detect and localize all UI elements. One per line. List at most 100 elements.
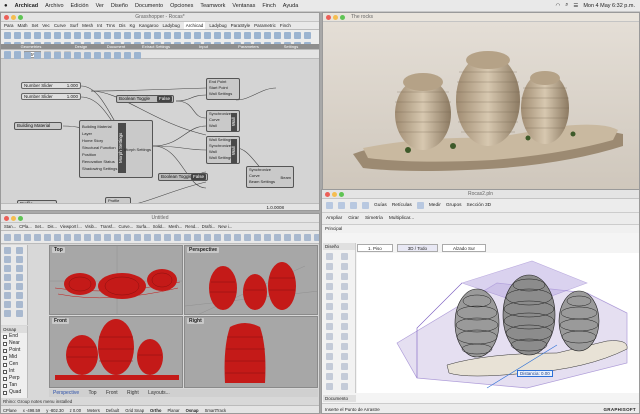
command-icon[interactable] <box>154 234 161 241</box>
tool-icon[interactable] <box>341 303 348 310</box>
rhino-tab[interactable]: Stan... <box>4 223 16 230</box>
tool-icon[interactable] <box>350 202 357 209</box>
component-icon[interactable] <box>294 32 301 39</box>
tool-icon[interactable] <box>16 256 23 263</box>
component-icon[interactable] <box>134 52 141 59</box>
minimize-button[interactable] <box>332 192 337 197</box>
close-button[interactable] <box>325 192 330 197</box>
measure-button[interactable]: Medir <box>429 203 441 208</box>
zoom-button[interactable] <box>339 192 344 197</box>
osnap-near[interactable]: Near <box>1 340 27 347</box>
tool-icon[interactable] <box>326 202 333 209</box>
minimize-button[interactable] <box>333 15 338 20</box>
command-icon[interactable] <box>124 234 131 241</box>
tool-icon[interactable] <box>341 313 348 320</box>
tool-icon[interactable] <box>326 373 333 380</box>
tool-icon[interactable] <box>4 301 11 308</box>
component-icon[interactable] <box>244 32 251 39</box>
rhino-tab[interactable]: Drafti... <box>202 223 216 230</box>
command-icon[interactable] <box>224 234 231 241</box>
component-icon[interactable] <box>254 32 261 39</box>
gh-tab[interactable]: ParaStyle <box>231 22 251 29</box>
status-ortho[interactable]: Ortho <box>150 406 161 413</box>
tool-icon[interactable] <box>341 373 348 380</box>
command-icon[interactable] <box>84 234 91 241</box>
component-icon[interactable] <box>184 32 191 39</box>
close-button[interactable] <box>326 15 331 20</box>
command-icon[interactable] <box>134 234 141 241</box>
rhino-tab[interactable]: Surfa... <box>136 223 150 230</box>
component-icon[interactable] <box>34 32 41 39</box>
guides-button[interactable]: Guías <box>374 203 387 208</box>
number-slider-1[interactable]: Number Slider 1.000 <box>21 82 81 89</box>
tool-icon[interactable] <box>16 292 23 299</box>
command-icon[interactable] <box>314 234 319 241</box>
viewport-label[interactable]: Right <box>187 318 204 324</box>
rhino-tab[interactable]: Viewport l... <box>60 223 82 230</box>
tool-icon[interactable] <box>16 274 23 281</box>
menu-ayuda[interactable]: Ayuda <box>283 3 299 9</box>
checkbox[interactable] <box>3 334 7 339</box>
command-icon[interactable] <box>174 234 181 241</box>
wifi-icon[interactable]: ◠ <box>555 3 560 9</box>
menu-opciones[interactable]: Opciones <box>170 3 193 9</box>
tool-icon[interactable] <box>416 202 424 209</box>
tool-icon[interactable] <box>326 313 333 320</box>
status-units[interactable]: Meters <box>87 406 100 413</box>
rhino-tab[interactable]: Curve... <box>119 223 134 230</box>
tool-icon[interactable] <box>341 293 348 300</box>
zoom-button[interactable] <box>18 216 23 221</box>
tool-icon[interactable] <box>16 265 23 272</box>
tool-icon[interactable] <box>341 283 348 290</box>
command-icon[interactable] <box>114 234 121 241</box>
component-icon[interactable] <box>84 32 91 39</box>
viewport-front[interactable]: Front <box>49 316 183 388</box>
tool-icon[interactable] <box>341 383 348 390</box>
checkbox[interactable] <box>3 362 7 367</box>
command-icon[interactable] <box>214 234 221 241</box>
component-icon[interactable] <box>24 32 31 39</box>
component-icon[interactable] <box>74 32 81 39</box>
tool-icon[interactable] <box>341 333 348 340</box>
rhino-tab[interactable]: Dis... <box>47 223 57 230</box>
command-icon[interactable] <box>44 234 51 241</box>
zoom-in-button[interactable]: Ampliar <box>326 216 342 221</box>
component-icon[interactable] <box>84 52 91 59</box>
checkbox[interactable] <box>3 376 7 381</box>
gh-tab[interactable]: Vec <box>42 22 50 29</box>
command-icon[interactable] <box>194 234 201 241</box>
vp-tab-right[interactable]: Right <box>123 389 143 397</box>
component-icon[interactable] <box>134 32 141 39</box>
tool-icon[interactable] <box>341 353 348 360</box>
tool-icon[interactable] <box>362 202 369 209</box>
checkbox[interactable] <box>3 341 7 346</box>
vp-tab-perspective[interactable]: Perspective <box>49 389 83 397</box>
tool-icon[interactable] <box>4 274 11 281</box>
tool-icon[interactable] <box>16 283 23 290</box>
gh-tab[interactable]: Trns <box>106 22 115 29</box>
wall-node-1[interactable]: Synchronize Curve Wall Wall <box>206 110 240 132</box>
tool-icon[interactable] <box>16 301 23 308</box>
menu-ver[interactable]: Ver <box>96 3 104 9</box>
component-icon[interactable] <box>4 52 11 59</box>
menu-finch[interactable]: Finch <box>262 3 275 9</box>
component-icon[interactable] <box>104 32 111 39</box>
tool-icon[interactable] <box>326 343 333 350</box>
status-osnap[interactable]: Osnap <box>186 406 199 413</box>
command-icon[interactable] <box>104 234 111 241</box>
zoom-button[interactable] <box>18 15 23 20</box>
rhino-tab[interactable]: Set... <box>35 223 45 230</box>
tool-icon[interactable] <box>326 283 333 290</box>
toolbox-section-design[interactable]: Diseño <box>323 243 355 250</box>
menu-diseno[interactable]: Diseño <box>111 3 128 9</box>
tool-icon[interactable] <box>4 310 11 317</box>
tool-icon[interactable] <box>326 363 333 370</box>
building-material-node[interactable]: Building Material <box>14 122 62 130</box>
component-icon[interactable] <box>114 32 121 39</box>
command-line[interactable]: Rhino: Group notes menu installed <box>3 398 203 405</box>
command-icon[interactable] <box>54 234 61 241</box>
tool-icon[interactable] <box>326 253 333 260</box>
minimize-button[interactable] <box>11 15 16 20</box>
component-icon[interactable] <box>14 32 21 39</box>
morph-settings-node[interactable]: Building Material Layer Home Story Struc… <box>79 120 153 178</box>
